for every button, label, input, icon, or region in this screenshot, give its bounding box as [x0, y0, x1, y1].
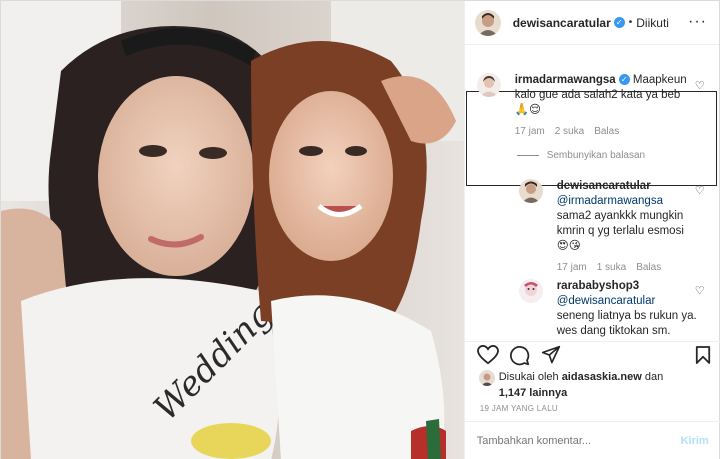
reply-text: dewisancaratular @irmadarmawangsa sama2 … — [557, 179, 697, 254]
avatar-image — [518, 179, 543, 203]
avatar[interactable] — [478, 370, 495, 386]
reply-username[interactable]: dewisancaratular — [557, 180, 651, 192]
likes-prefix: Disukai oleh — [498, 371, 559, 383]
comment-input[interactable] — [476, 435, 681, 447]
reply-text: rarababyshop3 @dewisancaratular seneng l… — [557, 279, 697, 339]
avatar[interactable] — [518, 279, 543, 303]
post-side-panel: dewisancaratular ✓ • Diikuti ··· irmadar… — [463, 1, 720, 459]
comment-item: irmadarmawangsa ✓ Maapkeun kalo gue ada s… — [476, 73, 697, 137]
comment-time[interactable]: 17 jam — [515, 126, 545, 137]
reply-body: seneng liatnya bs rukun ya. wes dang tik… — [556, 310, 697, 337]
reply-like-heart-icon[interactable]: ♡ — [695, 184, 705, 197]
avatar[interactable] — [518, 179, 543, 203]
photo-illustration: Wedding — [1, 1, 464, 459]
avatar-image — [478, 370, 495, 386]
reply-meta: 17 jam 1 suka Balas — [557, 262, 697, 273]
post-dialog: Wedding dewisancaratular ✓ • Diikuti ···… — [0, 0, 720, 459]
likes-conj: dan — [644, 371, 664, 383]
post-timestamp[interactable]: 19 JAM YANG LALU — [480, 404, 558, 413]
reply-mention[interactable]: @dewisancaratular — [557, 295, 656, 307]
verified-icon: ✓ — [613, 17, 625, 28]
comment-like-heart-icon[interactable]: ♡ — [695, 79, 705, 92]
separator-dot: • — [628, 17, 633, 28]
reply-username[interactable]: rarababyshop3 — [557, 280, 639, 292]
likes-text: Disukai oleh aidasaskia.new dan 1,147 la… — [499, 369, 664, 401]
reply-body: sama2 ayankkk mungkin kmrin q yg terlalu… — [556, 210, 684, 237]
post-author-username[interactable]: dewisancaratular — [513, 16, 611, 30]
share-icon[interactable] — [541, 345, 561, 365]
reply-mention[interactable]: @irmadarmawangsa — [557, 195, 663, 207]
likes-summary: Disukai oleh aidasaskia.new dan 1,147 la… — [478, 369, 664, 401]
bookmark-icon[interactable] — [695, 345, 711, 365]
verified-icon: ✓ — [618, 74, 630, 86]
reply-button[interactable]: Balas — [636, 262, 661, 273]
reply-button[interactable]: Balas — [594, 126, 619, 137]
action-bar — [464, 341, 720, 371]
heart-icon[interactable] — [476, 345, 499, 365]
avatar-image — [518, 279, 543, 303]
post-photo[interactable]: Wedding — [1, 1, 464, 459]
more-options-icon[interactable]: ··· — [688, 13, 707, 31]
comments-list: irmadarmawangsa ✓ Maapkeun kalo gue ada s… — [465, 49, 720, 339]
add-comment-bar: Kirim — [464, 421, 720, 459]
comment-emoji: 🙏😌 — [514, 104, 542, 116]
reply-item: rarababyshop3 @dewisancaratular seneng l… — [518, 279, 699, 339]
comment-likes[interactable]: 2 suka — [555, 126, 584, 137]
avatar-image — [476, 73, 501, 97]
avatar-image — [474, 9, 501, 36]
follow-status-button[interactable]: Diikuti — [636, 16, 669, 30]
reply-item: dewisancaratular @irmadarmawangsa sama2 … — [518, 179, 699, 273]
comment-meta: 17 jam 2 suka Balas — [515, 126, 691, 137]
comment-username[interactable]: irmadarmawangsa — [515, 74, 616, 86]
reply-like-heart-icon[interactable]: ♡ — [695, 284, 705, 297]
comment-text: irmadarmawangsa ✓ Maapkeun kalo gue ada s… — [515, 73, 691, 118]
avatar[interactable] — [474, 9, 501, 36]
reply-time[interactable]: 17 jam — [557, 262, 587, 273]
replies-divider-line — [516, 155, 539, 156]
hide-replies-toggle[interactable]: Sembunyikan balasan — [516, 150, 646, 161]
post-header: dewisancaratular ✓ • Diikuti ··· — [464, 1, 719, 45]
likes-count-link[interactable]: 1,147 lainnya — [499, 387, 568, 399]
comment-icon[interactable] — [509, 345, 530, 366]
send-comment-button[interactable]: Kirim — [681, 435, 709, 447]
reply-emoji: 😍😘 — [556, 240, 581, 252]
hide-replies-label: Sembunyikan balasan — [546, 150, 646, 161]
likes-user-link[interactable]: aidasaskia.new — [562, 371, 642, 383]
avatar[interactable] — [476, 73, 501, 97]
reply-likes[interactable]: 1 suka — [597, 262, 626, 273]
